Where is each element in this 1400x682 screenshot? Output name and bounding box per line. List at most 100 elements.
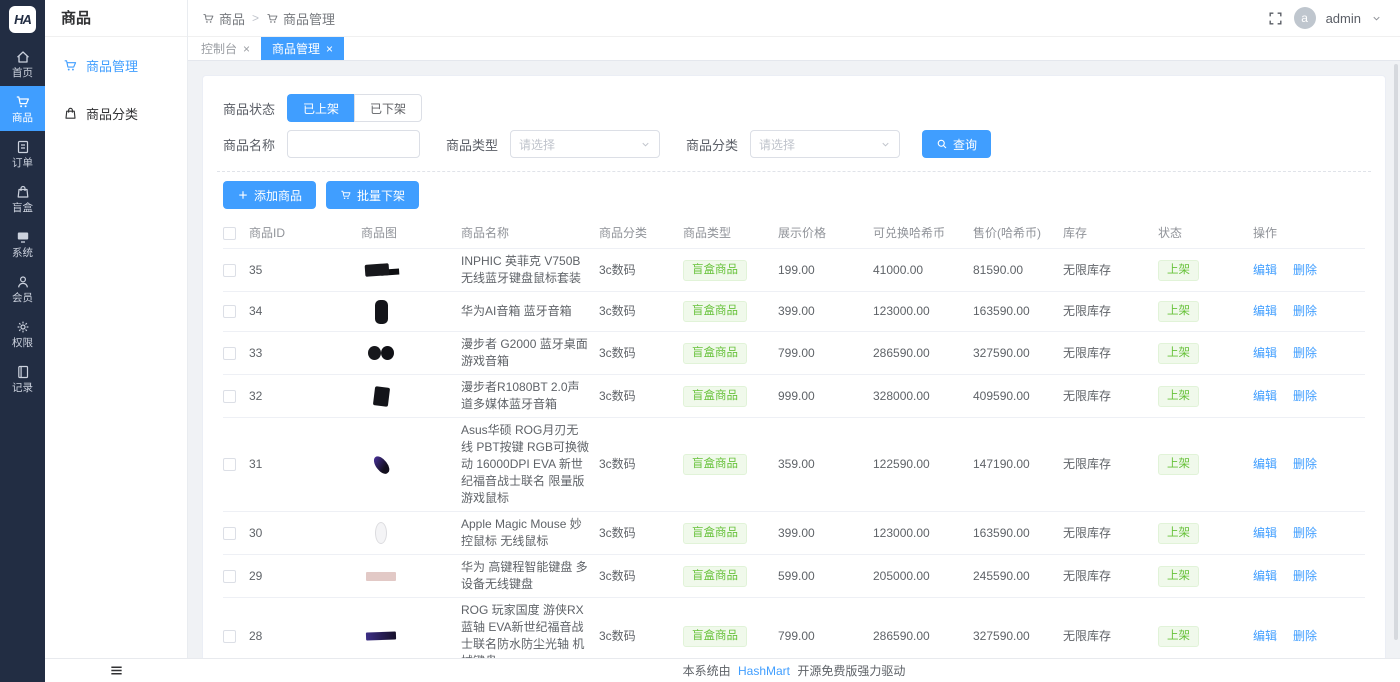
stock: 无限库存 — [1063, 299, 1158, 324]
product-name-input[interactable] — [287, 130, 420, 158]
user-name[interactable]: admin — [1326, 11, 1361, 26]
product-table: 商品ID 商品图 商品名称 商品分类 商品类型 展示价格 可兑换哈希币 售价(哈… — [223, 218, 1365, 658]
product-name: Asus华硕 ROG月刃无线 PBT按键 RGB可换微动 16000DPI EV… — [461, 418, 599, 511]
submenu-item-product-management[interactable]: 商品管理 — [45, 45, 187, 85]
delete-link[interactable]: 删除 — [1293, 628, 1317, 645]
topbar: 商品 > 商品管理 a admin — [188, 0, 1400, 37]
add-product-button[interactable]: 添加商品 — [223, 181, 316, 209]
breadcrumb: 商品 > 商品管理 — [202, 9, 335, 28]
rail-item-permissions[interactable]: 权限 — [0, 311, 45, 356]
table-row: 29 华为 高键程智能键盘 多设备无线键盘 3c数码 盲盒商品 599.00 2… — [223, 555, 1365, 598]
status-badge: 上架 — [1158, 260, 1199, 281]
rail-item-label: 盲盒 — [12, 203, 33, 214]
sale-price: 163590.00 — [973, 521, 1063, 546]
rail-item-system[interactable]: 系统 — [0, 221, 45, 266]
collapse-sidebar-icon[interactable] — [109, 663, 124, 678]
submenu-item-label: 商品管理 — [86, 56, 138, 75]
table-body: 35 INPHIC 英菲克 V750B 无线蓝牙键盘鼠标套装 3c数码 盲盒商品… — [223, 249, 1365, 658]
rail-item-orders[interactable]: 订单 — [0, 131, 45, 176]
delete-link[interactable]: 删除 — [1293, 262, 1317, 279]
delete-link[interactable]: 删除 — [1293, 303, 1317, 320]
fullscreen-icon[interactable] — [1267, 10, 1284, 27]
stock: 无限库存 — [1063, 384, 1158, 409]
row-checkbox[interactable] — [223, 264, 236, 277]
edit-link[interactable]: 编辑 — [1253, 262, 1277, 279]
product-type-select[interactable]: 请选择 — [510, 130, 660, 158]
edit-link[interactable]: 编辑 — [1253, 628, 1277, 645]
close-icon[interactable]: × — [243, 43, 250, 55]
product-category-select[interactable]: 请选择 — [750, 130, 900, 158]
chevron-down-icon[interactable] — [1371, 13, 1382, 24]
tab-product-management[interactable]: 商品管理 × — [261, 37, 344, 60]
select-all-checkbox[interactable] — [223, 227, 236, 240]
content-area: 商品状态 已上架 已下架 商品名称 商品类型 请选择 — [188, 61, 1400, 658]
rail-item-records[interactable]: 记录 — [0, 356, 45, 401]
product-name: 漫步者 G2000 蓝牙桌面游戏音箱 — [461, 332, 599, 374]
rail-item-members[interactable]: 会员 — [0, 266, 45, 311]
product-category: 3c数码 — [599, 452, 683, 477]
exchange-coins: 41000.00 — [873, 258, 973, 283]
status-badge: 上架 — [1158, 626, 1199, 647]
rail-item-label: 权限 — [12, 338, 33, 349]
avatar[interactable]: a — [1294, 7, 1316, 29]
cart-icon — [202, 12, 215, 25]
stock: 无限库存 — [1063, 564, 1158, 589]
edit-link[interactable]: 编辑 — [1253, 456, 1277, 473]
radio-on-shelf[interactable]: 已上架 — [287, 94, 354, 122]
edit-link[interactable]: 编辑 — [1253, 303, 1277, 320]
rail-item-products[interactable]: 商品 — [0, 86, 45, 131]
divider — [217, 171, 1371, 172]
delete-link[interactable]: 删除 — [1293, 345, 1317, 362]
rail-item-home[interactable]: 首页 — [0, 41, 45, 86]
batch-takedown-button[interactable]: 批量下架 — [326, 181, 419, 209]
breadcrumb-item-products[interactable]: 商品 — [202, 9, 245, 28]
display-price: 999.00 — [778, 384, 873, 409]
submenu-item-product-categories[interactable]: 商品分类 — [45, 93, 187, 133]
edit-link[interactable]: 编辑 — [1253, 345, 1277, 362]
radio-off-shelf[interactable]: 已下架 — [354, 94, 422, 122]
row-checkbox[interactable] — [223, 390, 236, 403]
row-checkbox[interactable] — [223, 630, 236, 643]
product-name: 漫步者R1080BT 2.0声道多媒体蓝牙音箱 — [461, 375, 599, 417]
edit-link[interactable]: 编辑 — [1253, 388, 1277, 405]
edit-link[interactable]: 编辑 — [1253, 568, 1277, 585]
product-image — [361, 381, 401, 411]
sale-price: 245590.00 — [973, 564, 1063, 589]
vertical-scrollbar[interactable] — [1394, 64, 1398, 640]
table-row: 35 INPHIC 英菲克 V750B 无线蓝牙键盘鼠标套装 3c数码 盲盒商品… — [223, 249, 1365, 292]
chevron-down-icon — [880, 139, 891, 150]
status-badge: 上架 — [1158, 343, 1199, 364]
status-radio-group: 已上架 已下架 — [287, 94, 422, 122]
row-checkbox[interactable] — [223, 570, 236, 583]
delete-link[interactable]: 删除 — [1293, 568, 1317, 585]
close-icon[interactable]: × — [326, 43, 333, 55]
table-header-row: 商品ID 商品图 商品名称 商品分类 商品类型 展示价格 可兑换哈希币 售价(哈… — [223, 218, 1365, 249]
product-id: 33 — [249, 341, 361, 366]
product-name: ROG 玩家国度 游侠RX 蓝轴 EVA新世纪福音战士联名防水防尘光轴 机械键盘 — [461, 598, 599, 658]
type-badge: 盲盒商品 — [683, 566, 747, 587]
product-category: 3c数码 — [599, 384, 683, 409]
exchange-coins: 328000.00 — [873, 384, 973, 409]
row-checkbox[interactable] — [223, 527, 236, 540]
exchange-coins: 205000.00 — [873, 564, 973, 589]
search-button[interactable]: 查询 — [922, 130, 991, 158]
delete-link[interactable]: 删除 — [1293, 456, 1317, 473]
submenu-title: 商品 — [45, 0, 187, 37]
name-filter-label: 商品名称 — [223, 135, 275, 154]
hashmart-link[interactable]: HashMart — [738, 664, 790, 678]
row-checkbox[interactable] — [223, 347, 236, 360]
delete-link[interactable]: 删除 — [1293, 525, 1317, 542]
type-badge: 盲盒商品 — [683, 626, 747, 647]
display-price: 599.00 — [778, 564, 873, 589]
order-icon — [15, 139, 31, 155]
edit-link[interactable]: 编辑 — [1253, 525, 1277, 542]
row-checkbox[interactable] — [223, 305, 236, 318]
display-price: 399.00 — [778, 299, 873, 324]
breadcrumb-item-product-management[interactable]: 商品管理 — [266, 9, 335, 28]
row-checkbox[interactable] — [223, 458, 236, 471]
delete-link[interactable]: 删除 — [1293, 388, 1317, 405]
app-logo: HA — [9, 6, 36, 33]
tab-console[interactable]: 控制台 × — [190, 37, 261, 60]
rail-item-blindbox[interactable]: 盲盒 — [0, 176, 45, 221]
display-price: 799.00 — [778, 624, 873, 649]
